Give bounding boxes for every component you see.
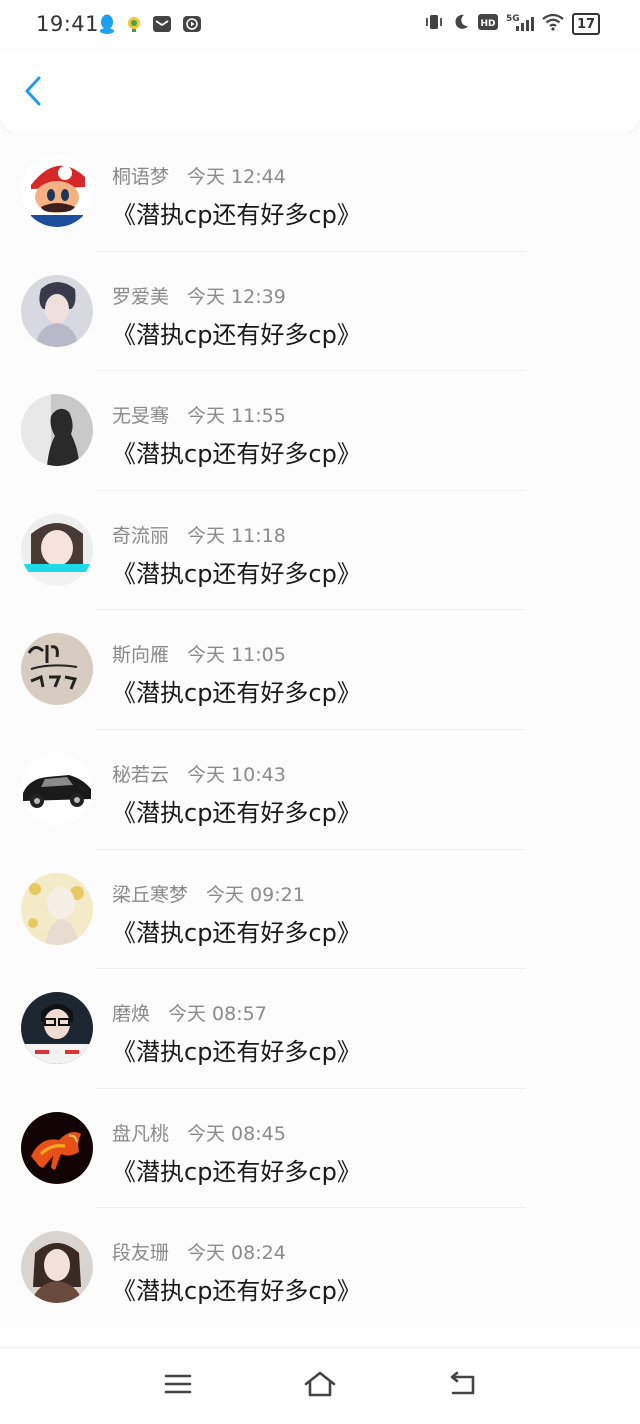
message-time: 今天 11:05 (187, 644, 286, 667)
mail-icon (152, 15, 172, 37)
avatar (21, 394, 93, 467)
list-item[interactable]: 磨焕 今天 08:57 《潜执cp还有好多cp》 (0, 969, 640, 1089)
wifi-icon (542, 13, 564, 35)
sender-name: 无旻骞 (112, 405, 170, 428)
message-time: 今天 08:45 (187, 1122, 286, 1145)
media-icon (182, 15, 202, 37)
back-nav-button[interactable] (442, 1366, 482, 1406)
sender-name: 磨焕 (112, 1003, 151, 1026)
list-item[interactable]: 梁丘寒梦 今天 09:21 《潜执cp还有好多cp》 (0, 850, 640, 970)
message-meta: 奇流丽 今天 11:18 (112, 521, 286, 548)
list-item[interactable]: 斯向雁 今天 11:05 《潜执cp还有好多cp》 (0, 610, 640, 730)
list-item[interactable]: 桐语梦 今天 12:44 《潜执cp还有好多cp》 (0, 132, 640, 252)
home-icon (303, 1370, 337, 1402)
message-text: 《潜执cp还有好多cp》 (112, 918, 361, 947)
menu-button[interactable] (158, 1366, 198, 1406)
avatar (21, 752, 93, 825)
status-left-icons (98, 13, 202, 39)
message-list: 桐语梦 今天 12:44 《潜执cp还有好多cp》 罗爱美 今天 12:39 《… (0, 132, 640, 1328)
avatar (21, 992, 93, 1065)
message-text: 《潜执cp还有好多cp》 (112, 201, 361, 229)
sender-name: 段友珊 (112, 1242, 170, 1265)
back-icon (447, 1371, 477, 1401)
avatar (21, 633, 93, 706)
message-time: 今天 09:21 (206, 883, 305, 906)
battery-indicator: 17 (572, 13, 600, 35)
signal-5g-icon: 5G (506, 12, 534, 36)
back-button[interactable] (16, 76, 50, 110)
system-nav-bar (0, 1347, 640, 1424)
message-time: 今天 12:44 (187, 166, 286, 188)
message-text: 《潜执cp还有好多cp》 (112, 1038, 361, 1067)
message-time: 今天 08:57 (168, 1003, 267, 1026)
message-time: 今天 11:18 (187, 524, 286, 547)
sender-name: 斯向雁 (112, 644, 170, 667)
message-meta: 桐语梦 今天 12:44 (112, 162, 286, 189)
message-meta: 磨焕 今天 08:57 (112, 999, 267, 1026)
message-time: 今天 11:55 (187, 405, 286, 428)
sender-name: 罗爱美 (112, 285, 170, 308)
avatar (21, 274, 93, 347)
avatar (21, 1111, 93, 1184)
message-meta: 斯向雁 今天 11:05 (112, 640, 286, 667)
message-time: 今天 12:39 (187, 285, 286, 308)
message-text: 《潜执cp还有好多cp》 (112, 440, 361, 469)
header-bar (0, 50, 640, 132)
svg-text:5G: 5G (506, 14, 520, 24)
sender-name: 桐语梦 (112, 166, 170, 188)
sender-name: 盘凡桃 (112, 1122, 170, 1145)
status-bar: 19:41 HD 5G 17 (0, 0, 640, 50)
avatar (21, 872, 93, 945)
svg-text:HD: HD (480, 19, 495, 29)
app-icon (126, 15, 142, 37)
message-meta: 段友珊 今天 08:24 (112, 1238, 286, 1265)
avatar (21, 155, 93, 227)
chevron-left-icon (24, 75, 42, 111)
list-item[interactable]: 段友珊 今天 08:24 《潜执cp还有好多cp》 (0, 1208, 640, 1328)
message-meta: 盘凡桃 今天 08:45 (112, 1119, 286, 1146)
list-item[interactable]: 盘凡桃 今天 08:45 《潜执cp还有好多cp》 (0, 1089, 640, 1209)
list-item[interactable]: 秘若云 今天 10:43 《潜执cp还有好多cp》 (0, 730, 640, 850)
message-text: 《潜执cp还有好多cp》 (112, 798, 361, 827)
list-item[interactable]: 奇流丽 今天 11:18 《潜执cp还有好多cp》 (0, 491, 640, 611)
list-item[interactable]: 无旻骞 今天 11:55 《潜执cp还有好多cp》 (0, 371, 640, 491)
status-right-icons: HD 5G 17 (424, 12, 600, 36)
home-button[interactable] (300, 1366, 340, 1406)
message-text: 《潜执cp还有好多cp》 (112, 679, 361, 708)
message-meta: 无旻骞 今天 11:55 (112, 401, 286, 428)
message-text: 《潜执cp还有好多cp》 (112, 559, 361, 588)
vibrate-icon (424, 12, 444, 36)
list-item[interactable]: 罗爱美 今天 12:39 《潜执cp还有好多cp》 (0, 252, 640, 372)
avatar (21, 1231, 93, 1304)
status-time: 19:41 (36, 12, 100, 36)
menu-icon (164, 1372, 192, 1400)
sender-name: 梁丘寒梦 (112, 883, 189, 906)
message-meta: 秘若云 今天 10:43 (112, 760, 286, 787)
hd-icon: HD (478, 13, 498, 35)
sender-name: 奇流丽 (112, 524, 170, 547)
message-time: 今天 08:24 (187, 1242, 286, 1265)
message-meta: 梁丘寒梦 今天 09:21 (112, 880, 305, 907)
sender-name: 秘若云 (112, 763, 170, 786)
message-time: 今天 10:43 (187, 763, 286, 786)
qq-icon (98, 13, 116, 39)
avatar (21, 513, 93, 586)
message-meta: 罗爱美 今天 12:39 (112, 282, 286, 309)
moon-icon (452, 13, 470, 35)
message-text: 《潜执cp还有好多cp》 (112, 1277, 361, 1306)
message-text: 《潜执cp还有好多cp》 (112, 320, 361, 349)
message-text: 《潜执cp还有好多cp》 (112, 1157, 361, 1186)
